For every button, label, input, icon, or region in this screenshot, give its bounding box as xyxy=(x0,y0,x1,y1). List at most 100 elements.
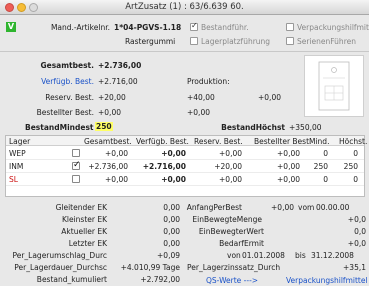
verfuegb-value: +2.716,00 xyxy=(98,77,138,86)
cell-bestellter: +0,00 xyxy=(277,162,300,171)
bis-date[interactable]: 31.12.2008 xyxy=(311,251,354,260)
status-badge: V xyxy=(6,22,16,32)
gesamtbest-label: Gesamtbest. xyxy=(40,61,94,70)
row-checkbox[interactable] xyxy=(72,149,80,157)
stat-value: 0,00 xyxy=(163,227,180,236)
column-header-hoechst[interactable]: Höchst. xyxy=(339,137,367,146)
serienenfuehren-label: SerienenFühren xyxy=(297,37,356,46)
cell-gesamtbest: +0,00 xyxy=(105,149,128,158)
cell-lager: WEP xyxy=(9,149,26,158)
artikel-label: Mand.-Artikelnr. xyxy=(50,23,110,32)
von-date[interactable]: 01.01.2008 xyxy=(242,251,285,260)
table-row[interactable]: WEP +0,00 +0,00 +0,00 +0,00 0 0 xyxy=(6,147,364,160)
bestellter-label: Bestellter Best. xyxy=(36,108,94,117)
artikel-name: Rastergummi xyxy=(125,37,176,46)
cell-verfuegb: +2.716,00 xyxy=(142,162,186,171)
produktion-value-1: +40,00 xyxy=(187,93,215,102)
produktion-value-3: +0,00 xyxy=(187,108,210,117)
row-checkbox[interactable] xyxy=(72,175,80,183)
anfang-date: 00.00.00 xyxy=(316,203,350,212)
reserv-value: +20,00 xyxy=(98,93,126,102)
cell-hoechst: 250 xyxy=(343,162,358,171)
stat-label: Letzter EK xyxy=(68,239,107,248)
column-header-bestellter[interactable]: Bestellter Best. xyxy=(254,137,311,146)
bedarf-label: BedarfErmit xyxy=(219,239,264,248)
verpackungshilfmittel-link[interactable]: Verpackungshilfmittel ---> xyxy=(286,276,369,285)
von-label: von xyxy=(227,251,241,260)
cell-lager: SL xyxy=(9,175,18,184)
bis-label: bis xyxy=(295,251,306,260)
bestellter-value: +0,00 xyxy=(98,108,121,117)
cell-bestellter: +0,00 xyxy=(277,149,300,158)
column-header-lager[interactable]: Lager xyxy=(9,137,30,146)
window-title: ArtZusatz (1) : 63/6.639 60. xyxy=(125,2,244,12)
gesamtbest-value: +2.736,00 xyxy=(98,61,142,70)
stat-label: Bestand_kumuliert xyxy=(36,275,107,284)
stat-value: 0,00 xyxy=(163,215,180,224)
bestandmindest-label: BestandMindest xyxy=(25,123,94,132)
column-header-mind[interactable]: Mind. xyxy=(309,137,329,146)
header-divider xyxy=(0,51,369,52)
verpackungshilfmittel-label: Verpackungshilfmittel xyxy=(297,23,369,32)
cell-verfuegb: +0,00 xyxy=(161,175,186,184)
einbew-value: +0,0 xyxy=(347,215,366,224)
cell-gesamtbest: +2.736,00 xyxy=(88,162,128,171)
bestandmindest-value[interactable]: 250 xyxy=(95,122,113,131)
artikel-number: 1*04-PGVS-1.18 xyxy=(114,23,182,32)
stat-value: +4.010,99 Tage xyxy=(120,263,180,272)
column-header-gesamtbest[interactable]: Gesamtbest. xyxy=(84,137,132,146)
anfang-value: +0,00 xyxy=(271,203,294,212)
verfuegb-label: Verfügb. Best. xyxy=(41,77,94,86)
cell-mind: 250 xyxy=(313,162,328,171)
einbewwert-label: EinBewegterWert xyxy=(198,227,264,236)
cell-mind: 0 xyxy=(323,175,328,184)
reserv-label: Reserv. Best. xyxy=(45,93,94,102)
lagerplatzfuehrung-label: Lagerplatzführung xyxy=(201,37,271,46)
einbew-label: EinBewegteMenge xyxy=(192,215,262,224)
cell-mind: 0 xyxy=(323,149,328,158)
anfang-label: AnfangPerBest xyxy=(186,203,242,212)
produktion-value-2: +0,00 xyxy=(258,93,281,102)
title-bar: ArtZusatz (1) : 63/6.639 60. xyxy=(0,0,369,15)
article-image xyxy=(304,55,364,117)
stat-label: Per_Lagerdauer_Durchsc xyxy=(14,263,107,272)
zins-value: +35,1 xyxy=(343,263,366,272)
column-header-verfuegb[interactable]: Verfügb. Best. xyxy=(136,137,189,146)
stat-label: Aktueller EK xyxy=(61,227,107,236)
stat-value: +0,09 xyxy=(157,251,180,260)
bestandfuehr-label: Bestandführ. xyxy=(201,23,249,32)
cell-hoechst: 0 xyxy=(353,175,358,184)
zins-label: Per_Lagerzinssatz_Durch xyxy=(187,263,281,272)
stat-label: Per_Lagerumschlag_Durc xyxy=(12,251,107,260)
column-header-reserv[interactable]: Reserv. Best. xyxy=(194,137,243,146)
produktion-label: Produktion: xyxy=(187,77,230,86)
table-header: Lager Gesamtbest. Verfügb. Best. Reserv.… xyxy=(6,136,367,146)
drawing-icon xyxy=(318,61,350,111)
cell-reserv: +0,00 xyxy=(219,175,242,184)
qs-werte-link[interactable]: QS-Werte ---> xyxy=(206,276,258,285)
cell-reserv: +20,00 xyxy=(214,162,242,171)
stat-value: 0,00 xyxy=(163,203,180,212)
cell-verfuegb: +0,00 xyxy=(161,149,186,158)
verpackungshilfmittel-checkbox[interactable] xyxy=(286,23,294,31)
lager-table: Lager Gesamtbest. Verfügb. Best. Reserv.… xyxy=(5,135,367,197)
cell-bestellter: +0,00 xyxy=(277,175,300,184)
cell-gesamtbest: +0,00 xyxy=(105,175,128,184)
cell-lager: INM xyxy=(9,162,24,171)
stat-value: 0,00 xyxy=(163,239,180,248)
bestandfuehr-checkbox[interactable] xyxy=(190,21,198,31)
anfang-vom: vom xyxy=(298,203,315,212)
lagerplatzfuehrung-checkbox[interactable] xyxy=(190,37,198,45)
bestandhoechst-value[interactable]: +350,00 xyxy=(289,123,322,132)
stat-label: Kleinster EK xyxy=(61,215,107,224)
bedarf-value: +0,0 xyxy=(347,239,366,248)
table-row[interactable]: SL +0,00 +0,00 +0,00 +0,00 0 0 xyxy=(6,173,364,186)
bestandhoechst-label: BestandHöchst xyxy=(221,123,285,132)
serienenfuehren-checkbox[interactable] xyxy=(286,37,294,45)
row-checkbox[interactable] xyxy=(72,160,81,170)
einbewwert-value: 0,0 xyxy=(354,227,366,236)
stat-value: +2.792,00 xyxy=(140,275,180,284)
table-row[interactable]: INM +2.736,00 +2.716,00 +20,00 +0,00 250 250 xyxy=(6,160,364,173)
cell-hoechst: 0 xyxy=(353,149,358,158)
cell-reserv: +0,00 xyxy=(219,149,242,158)
